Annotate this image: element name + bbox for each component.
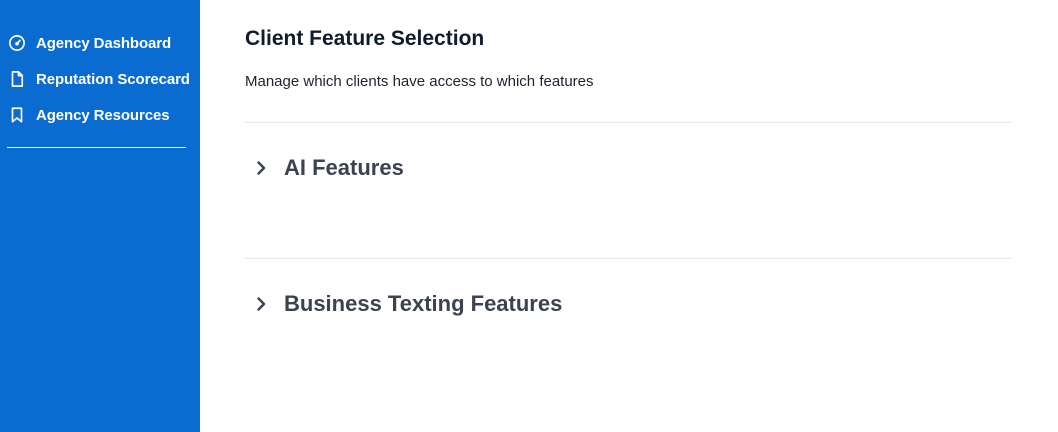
app-root: Agency Dashboard Reputation Scorecard Ag… xyxy=(0,0,1058,432)
section-title: Business Texting Features xyxy=(284,291,563,316)
page-subtitle: Manage which clients have access to whic… xyxy=(245,73,594,90)
section-toggle-business-texting-features[interactable]: Business Texting Features xyxy=(253,291,562,317)
sidebar: Agency Dashboard Reputation Scorecard Ag… xyxy=(0,0,200,432)
document-icon xyxy=(7,69,27,89)
sidebar-item-agency-resources[interactable]: Agency Resources xyxy=(7,102,186,128)
chevron-right-icon xyxy=(253,296,269,312)
chevron-right-icon xyxy=(253,160,269,176)
sidebar-nav: Agency Dashboard Reputation Scorecard Ag… xyxy=(7,30,190,138)
feature-section-business-texting: Business Texting Features xyxy=(245,258,1011,395)
gauge-icon xyxy=(7,33,27,53)
section-title: AI Features xyxy=(284,155,404,180)
page-title: Client Feature Selection xyxy=(245,27,485,50)
sidebar-item-reputation-scorecard[interactable]: Reputation Scorecard xyxy=(7,66,190,92)
sidebar-divider xyxy=(7,147,186,148)
sidebar-item-label: Agency Dashboard xyxy=(36,34,172,52)
section-toggle-ai-features[interactable]: AI Features xyxy=(253,155,404,181)
sidebar-item-label: Agency Resources xyxy=(36,106,170,124)
sidebar-item-agency-dashboard[interactable]: Agency Dashboard xyxy=(7,30,186,56)
bookmark-icon xyxy=(7,105,27,125)
feature-section-ai: AI Features xyxy=(245,122,1011,259)
sidebar-item-label: Reputation Scorecard xyxy=(36,70,190,88)
